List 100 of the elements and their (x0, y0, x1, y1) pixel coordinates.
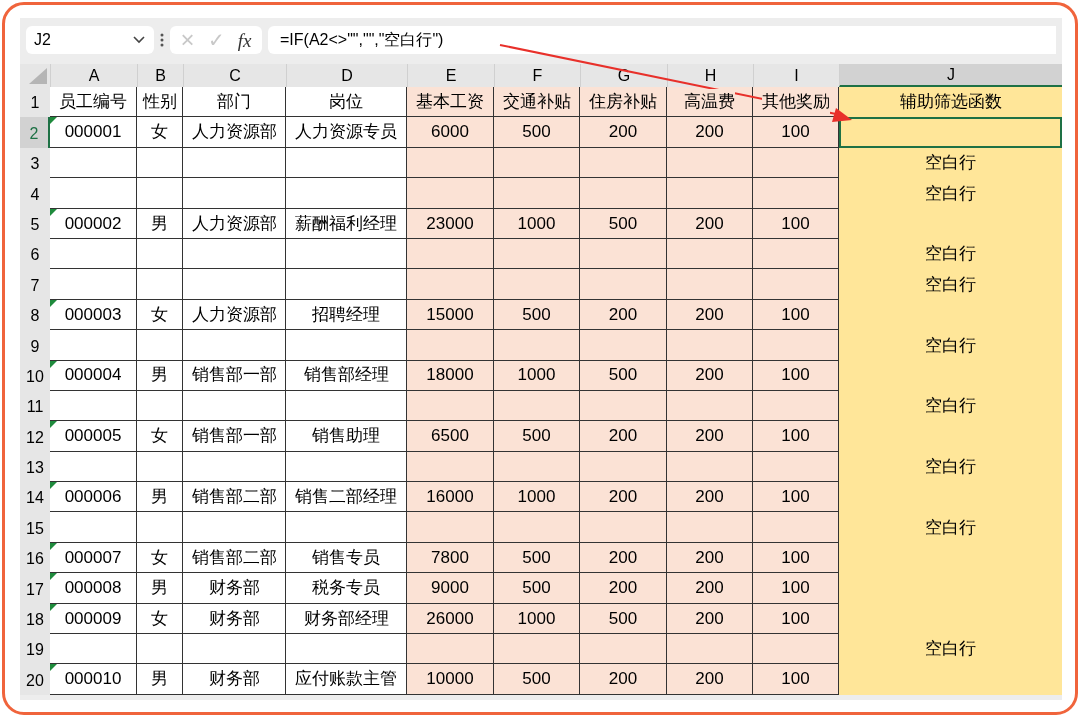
table-cell: 500 (494, 573, 580, 604)
row-header[interactable]: 19 (20, 634, 50, 665)
table-cell: 18000 (407, 360, 494, 391)
column-header[interactable]: J (839, 64, 1062, 87)
table-cell: 应付账款主管 (286, 664, 407, 695)
table-cell: 1000 (494, 360, 580, 391)
row-header[interactable]: 4 (20, 178, 50, 209)
table-cell: 200 (667, 573, 753, 604)
table-cell: 其他奖励 (753, 87, 839, 118)
row-header[interactable]: 7 (20, 269, 50, 300)
table-cell: 200 (580, 542, 667, 574)
table-cell: 000002 (50, 208, 137, 239)
row-header[interactable]: 9 (20, 330, 50, 361)
table-cell: 200 (667, 482, 753, 513)
table-cell: 200 (667, 603, 753, 635)
row-header[interactable]: 13 (20, 451, 50, 483)
table-cell: 空白行 (839, 147, 1062, 179)
table-cell: 男 (137, 360, 183, 391)
table-cell: 空白行 (839, 238, 1062, 270)
table-cell: 男 (137, 208, 183, 239)
table-cell: 16000 (407, 482, 494, 513)
table-cell: 23000 (407, 208, 494, 239)
table-cell: 10000 (407, 664, 494, 695)
table-cell: 住房补贴 (580, 87, 667, 118)
table-cell: 员工编号 (50, 87, 137, 118)
table-cell: 9000 (407, 573, 494, 604)
table-cell: 销售专员 (286, 542, 407, 574)
table-cell: 200 (580, 299, 667, 331)
table-cell: 1000 (494, 603, 580, 635)
table-cell: 1000 (494, 208, 580, 239)
table-cell: 财务部经理 (286, 603, 407, 635)
table-cell: 000009 (50, 603, 137, 635)
table-cell: 500 (580, 603, 667, 635)
table-cell: 招聘经理 (286, 299, 407, 331)
name-box[interactable]: J2 (26, 26, 154, 54)
row-header[interactable]: 11 (20, 390, 50, 422)
row-header[interactable]: 10 (20, 360, 50, 391)
formula-field[interactable]: =IF(A2<>"","","空白行") (268, 26, 1056, 54)
row-header[interactable]: 18 (20, 603, 50, 635)
table-cell: 人力资源部 (183, 117, 286, 148)
table-cell: 100 (753, 208, 839, 239)
row-header[interactable]: 12 (20, 421, 50, 452)
table-cell: 100 (753, 421, 839, 452)
table-cell: 销售部二部 (183, 482, 286, 513)
table-cell: 高温费 (667, 87, 753, 118)
table-cell: 财务部 (183, 603, 286, 635)
row-header[interactable]: 5 (20, 208, 50, 239)
table-cell: 男 (137, 664, 183, 695)
table-cell: 200 (580, 117, 667, 148)
table-cell: 000004 (50, 360, 137, 391)
table-cell: 200 (580, 421, 667, 452)
row-header[interactable]: 17 (20, 573, 50, 604)
row-header[interactable]: 2 (20, 117, 50, 148)
table-cell: 200 (580, 482, 667, 513)
table-cell: 女 (137, 421, 183, 452)
table-cell: 空白行 (839, 451, 1062, 483)
table-cell: 人力资源部 (183, 208, 286, 239)
table-cell: 辅助筛选函数 (839, 87, 1062, 118)
table-cell: 税务专员 (286, 573, 407, 604)
table-cell: 男 (137, 482, 183, 513)
table-cell: 空白行 (839, 269, 1062, 300)
row-header[interactable]: 16 (20, 542, 50, 574)
table-cell: 6000 (407, 117, 494, 148)
table-cell: 500 (494, 299, 580, 331)
table-cell: 200 (667, 360, 753, 391)
more-icon[interactable] (160, 32, 164, 48)
table-cell: 100 (753, 573, 839, 604)
table-cell: 1000 (494, 482, 580, 513)
table-cell: 500 (494, 542, 580, 574)
table-cell: 100 (753, 603, 839, 635)
insert-function-button[interactable]: fx (237, 30, 252, 50)
table-cell: 女 (137, 603, 183, 635)
table-cell: 销售部一部 (183, 421, 286, 452)
table-cell: 岗位 (286, 87, 407, 118)
table-cell: 销售二部经理 (286, 482, 407, 513)
table-cell: 000001 (50, 117, 137, 148)
table-cell: 500 (494, 421, 580, 452)
table-cell: 财务部 (183, 664, 286, 695)
table-cell: 7800 (407, 542, 494, 574)
row-header[interactable]: 15 (20, 512, 50, 543)
table-cell: 200 (580, 664, 667, 695)
row-header[interactable]: 20 (20, 664, 50, 695)
table-cell: 部门 (183, 87, 286, 118)
table-cell: 15000 (407, 299, 494, 331)
table-cell: 200 (580, 573, 667, 604)
row-header[interactable]: 14 (20, 482, 50, 513)
table-cell: 000010 (50, 664, 137, 695)
table-cell: 200 (667, 664, 753, 695)
table-cell: 交通补贴 (494, 87, 580, 118)
table-cell: 100 (753, 664, 839, 695)
table-cell: 200 (667, 542, 753, 574)
row-header[interactable]: 3 (20, 147, 50, 179)
row-header[interactable]: 8 (20, 299, 50, 331)
table-cell: 200 (667, 299, 753, 331)
row-header[interactable]: 1 (20, 87, 50, 118)
table-cell: 200 (667, 117, 753, 148)
table-cell: 500 (494, 664, 580, 695)
table-cell: 空白行 (839, 178, 1062, 209)
table-cell: 000003 (50, 299, 137, 331)
row-header[interactable]: 6 (20, 238, 50, 270)
